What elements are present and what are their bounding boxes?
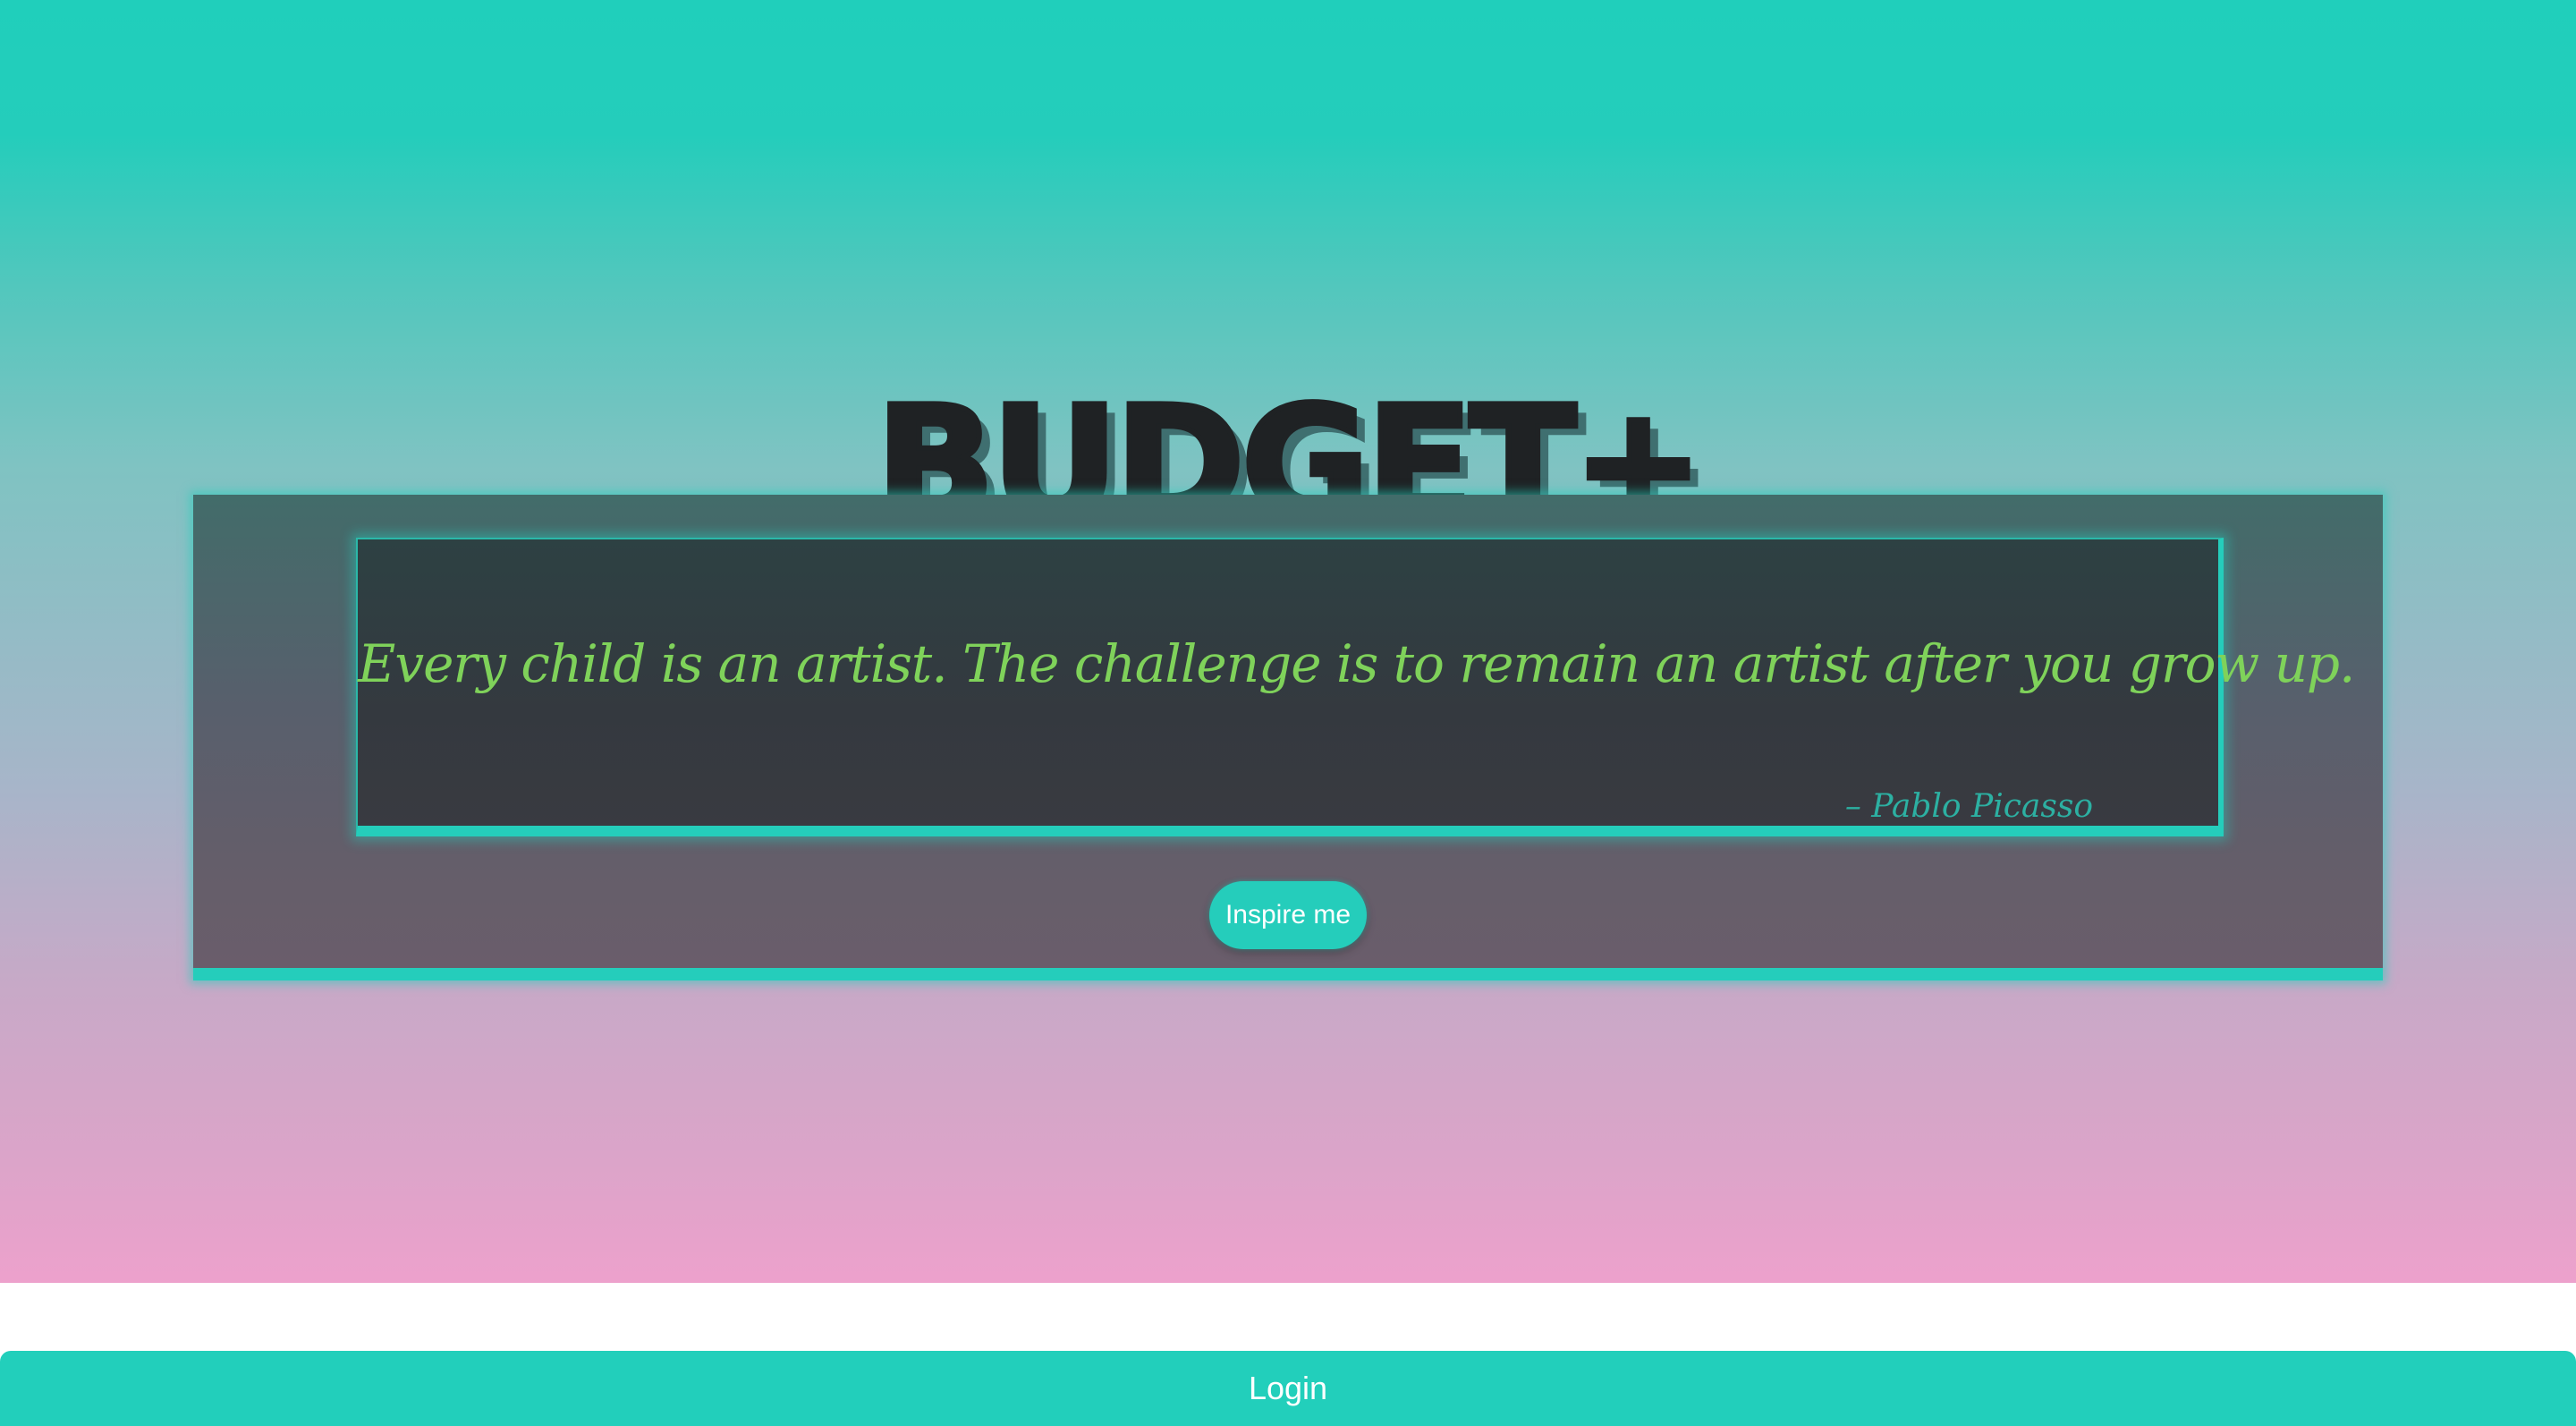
quote-author: – Pablo Picasso xyxy=(1844,788,2093,825)
login-button[interactable]: Login xyxy=(0,1351,2576,1426)
inspire-me-button[interactable]: Inspire me xyxy=(1209,881,1367,949)
quote-box: Every child is an artist. The challenge … xyxy=(356,538,2356,836)
quote-text: Every child is an artist. The challenge … xyxy=(358,633,2356,694)
hero-background: BUDGET+ Every child is an artist. The ch… xyxy=(0,0,2576,1283)
quote-panel: Every child is an artist. The challenge … xyxy=(193,495,2383,980)
